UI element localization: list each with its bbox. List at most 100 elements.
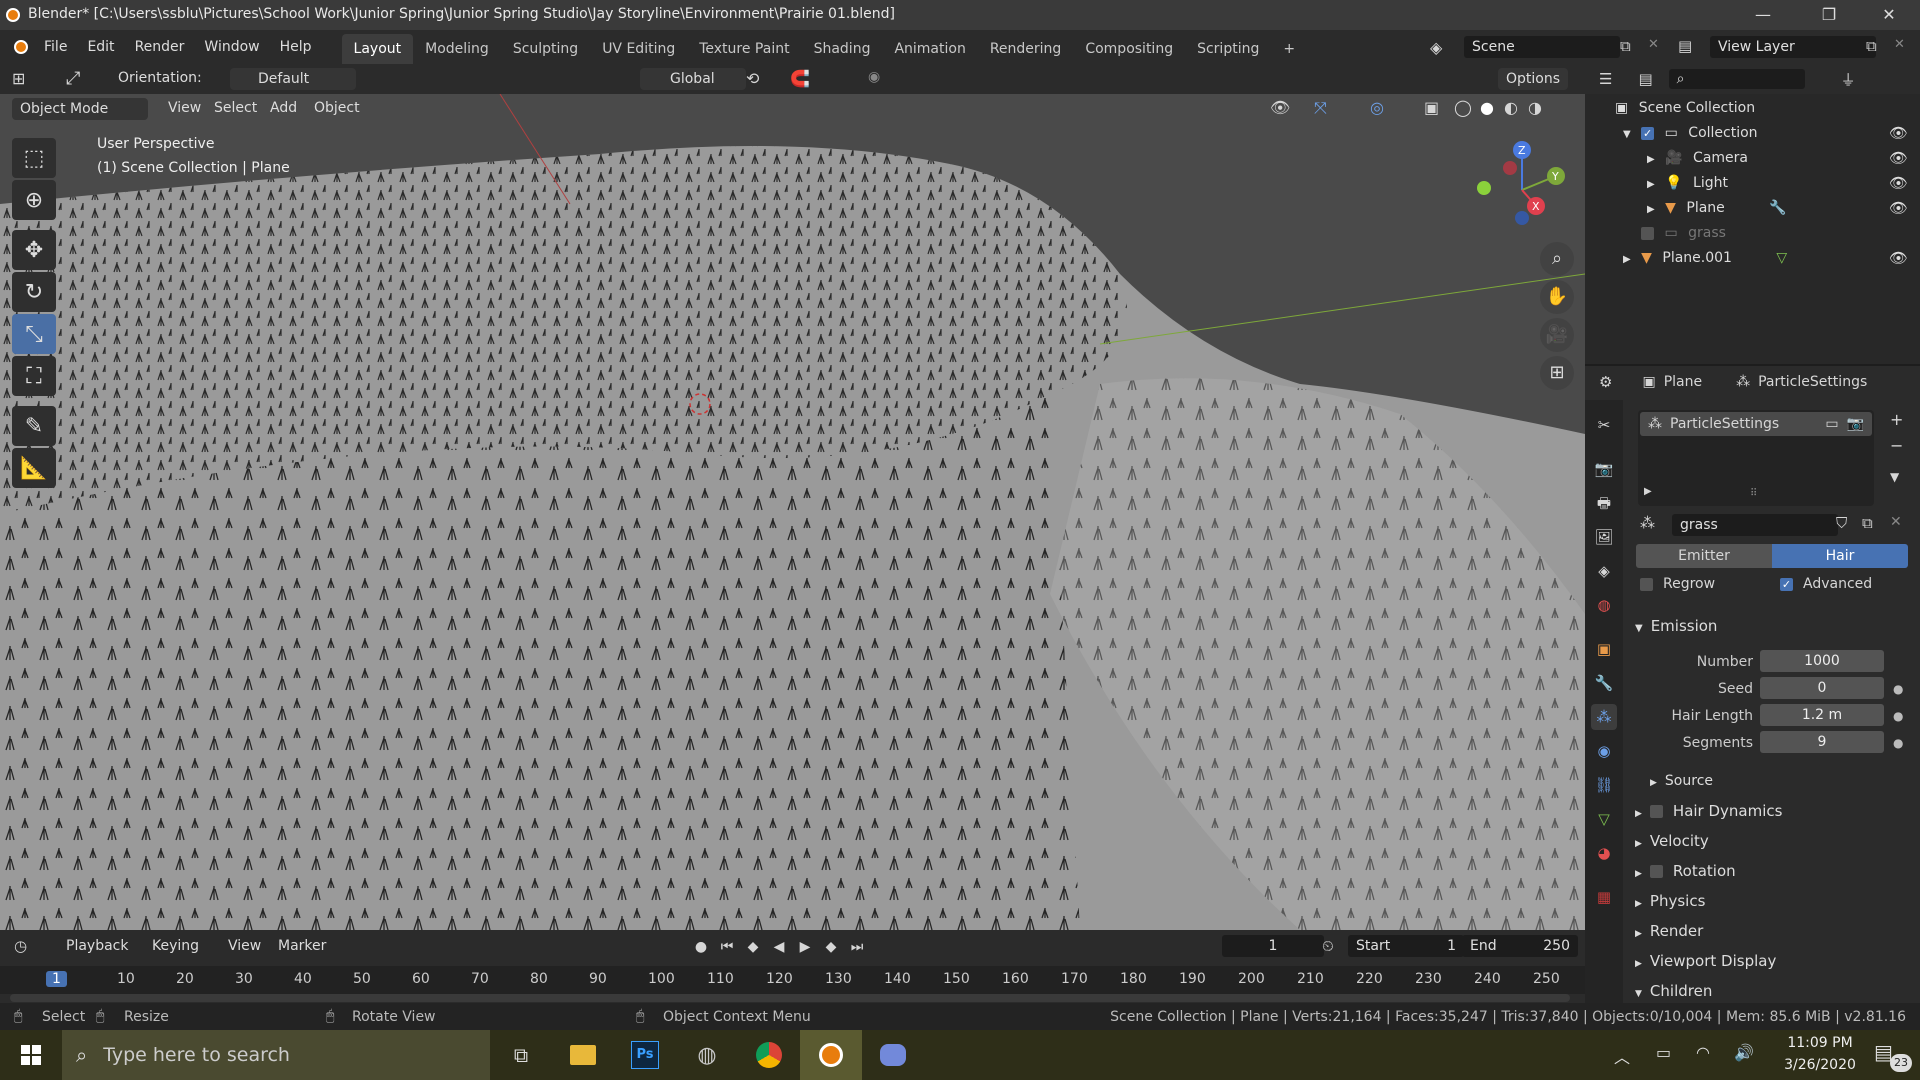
record-keyframes-icon[interactable]: ● [690,939,712,955]
texture-tab-icon[interactable]: ▦ [1591,884,1617,910]
outliner-editor-icon[interactable]: ☰ [1599,70,1612,88]
scene-browse-icon[interactable]: ◈ [1430,38,1442,57]
output-tab-icon[interactable]: 🖶 [1591,490,1617,516]
maximize-button[interactable]: ❐ [1806,2,1852,28]
segments-value[interactable]: 9 [1760,731,1884,753]
expand-arrow-icon[interactable]: ▶ [1644,486,1652,497]
visibility-icon[interactable]: 👁 [1270,98,1290,117]
play-reverse-icon[interactable]: ◀ [768,939,790,955]
timeline-scrollbar[interactable] [10,994,1570,1002]
constraints-tab-icon[interactable]: ⛓ [1591,772,1617,798]
overlays-icon[interactable]: ◎ [1370,98,1384,117]
viewport-menu-view[interactable]: View [160,100,209,116]
timeline-menu-keying[interactable]: Keying [144,938,207,954]
data-tab-icon[interactable]: ▽ [1591,806,1617,832]
regrow-option[interactable]: Regrow [1640,576,1715,592]
blender-taskbar-icon[interactable] [800,1030,862,1080]
clock-date[interactable]: 3/26/2020 [1770,1057,1870,1073]
hair-length-value[interactable]: 1.2 m [1760,704,1884,726]
physics-tab-icon[interactable]: ◉ [1591,738,1617,764]
rendered-shading-icon[interactable]: ◑ [1528,98,1542,117]
clock-time[interactable]: 11:09 PM [1770,1035,1870,1051]
3d-viewport[interactable]: Object Mode View Select Add Object 👁 ⤧ ◎… [0,94,1585,930]
menu-edit[interactable]: Edit [77,30,124,64]
hair-dynamics-panel-header[interactable]: ▶ Hair Dynamics [1635,797,1915,825]
ortho-toggle-icon[interactable]: ⊞ [1540,356,1574,390]
emitter-option[interactable]: Emitter [1636,544,1772,568]
fake-user-shield-icon[interactable]: ⛉ [1836,514,1847,532]
camera-render-icon[interactable]: 📷 [1847,416,1864,432]
end-frame-field[interactable]: End 250 [1462,935,1578,957]
hair-length-field[interactable]: Hair Length 1.2 m ● [1635,704,1905,728]
emission-panel-header[interactable]: ▼ Emission [1635,612,1915,640]
keyframe-dot-icon[interactable]: ● [1893,677,1903,701]
timeline-menu-playback[interactable]: Playback [58,938,136,954]
tool-settings-icon[interactable]: ⤢ [66,68,80,89]
hair-option[interactable]: Hair [1772,544,1908,568]
modifier-tab-icon[interactable]: 🔧 [1591,670,1617,696]
workspace-tab-layout[interactable]: Layout [341,34,414,64]
editor-type-icon[interactable]: ⊞ [12,69,25,88]
chrome-icon[interactable] [738,1030,800,1080]
scene-name-field[interactable]: Scene [1464,36,1620,58]
menu-render[interactable]: Render [125,30,195,64]
seed-field[interactable]: Seed 0 ● [1635,677,1905,701]
advanced-option[interactable]: ✓ Advanced [1780,576,1872,592]
frame-ruler[interactable]: 1 10 20 30 40 50 60 70 80 90 100 110 120 130 140 150 160… [0,966,1585,994]
outliner-row-collection[interactable]: ▼ ✓ ▭ Collection 👁 [1585,121,1920,146]
rotation-panel-header[interactable]: ▶ Rotation [1635,857,1915,885]
view-layer-tab-icon[interactable]: 🖼 [1591,524,1617,550]
workspace-tab-uv-editing[interactable]: UV Editing [590,34,687,64]
transform-orientation-dropdown[interactable]: Global [640,68,746,90]
file-explorer-icon[interactable] [552,1030,614,1080]
cursor-tool[interactable]: ⊕ [12,180,56,220]
number-field[interactable]: Number 1000 [1635,650,1905,674]
options-dropdown[interactable]: Options [1498,68,1569,90]
display-mode-icon[interactable]: ▤ [1638,70,1652,88]
wifi-icon[interactable]: ◠ [1696,1043,1710,1062]
app-icon[interactable]: ◍ [676,1030,738,1080]
jump-end-icon[interactable]: ⏭ [846,939,868,955]
workspace-tab-animation[interactable]: Animation [882,34,977,64]
view-layer-field[interactable]: View Layer [1710,36,1876,58]
menu-help[interactable]: Help [270,30,322,64]
wireframe-shading-icon[interactable]: ◯ [1454,98,1472,117]
seed-value[interactable]: 0 [1760,677,1884,699]
next-keyframe-icon[interactable]: ◆ [820,939,842,955]
show-hidden-icons-icon[interactable]: ︿ [1614,1044,1630,1068]
viewport-menu-select[interactable]: Select [206,100,265,116]
visibility-eye-icon[interactable]: 👁 [1889,171,1908,196]
workspace-tab-shading[interactable]: Shading [802,34,883,64]
outliner-row-scene-collection[interactable]: ▣ Scene Collection [1585,96,1920,121]
workspace-tab-sculpting[interactable]: Sculpting [501,34,590,64]
workspace-tab-compositing[interactable]: Compositing [1073,34,1185,64]
jump-start-icon[interactable]: ⏮ [716,939,738,955]
viewport-menu-add[interactable]: Add [262,100,305,116]
delete-view-layer-icon[interactable]: ✕ [1894,37,1905,52]
transform-tool[interactable]: ⛶ [12,356,56,396]
snap-icon[interactable]: 🧲 [790,69,810,88]
slot-specials-icon[interactable]: ▼ [1890,470,1899,484]
timeline-menu-marker[interactable]: Marker [270,938,334,954]
visibility-eye-icon[interactable]: 👁 [1889,121,1908,146]
advanced-checkbox[interactable]: ✓ [1780,577,1793,591]
measure-tool[interactable]: 📐 [12,448,56,488]
viewport-display-panel-header[interactable]: ▶ Viewport Display [1635,947,1915,975]
outliner-row-grass[interactable]: ▭ grass [1585,221,1920,246]
start-frame-field[interactable]: Start 1 [1348,935,1464,957]
expand-arrow-icon[interactable]: ▶ [1647,179,1655,190]
new-particle-icon[interactable]: ⧉ [1862,514,1873,532]
particle-slot-item[interactable]: ⁂ ParticleSettings ▭ 📷 [1640,412,1872,436]
outliner-row-camera[interactable]: ▶ 🎥 Camera 👁 [1585,146,1920,171]
rotate-tool[interactable]: ↻ [12,272,56,312]
visibility-eye-icon[interactable]: 👁 [1889,196,1908,221]
xray-icon[interactable]: ▣ [1424,98,1439,117]
mode-dropdown[interactable]: Object Mode [12,98,148,120]
proportional-edit-icon[interactable]: ◉ [868,69,880,85]
particle-browse-icon[interactable]: ⁂ [1640,514,1655,532]
outliner-row-plane[interactable]: ▶ ▼ Plane 🔧 👁 [1585,196,1920,221]
modifier-wrench-icon[interactable]: 🔧 [1769,200,1786,216]
keyframe-dot-icon[interactable]: ● [1893,704,1903,728]
prev-keyframe-icon[interactable]: ◆ [742,939,764,955]
particle-name-field[interactable]: grass [1672,514,1838,536]
